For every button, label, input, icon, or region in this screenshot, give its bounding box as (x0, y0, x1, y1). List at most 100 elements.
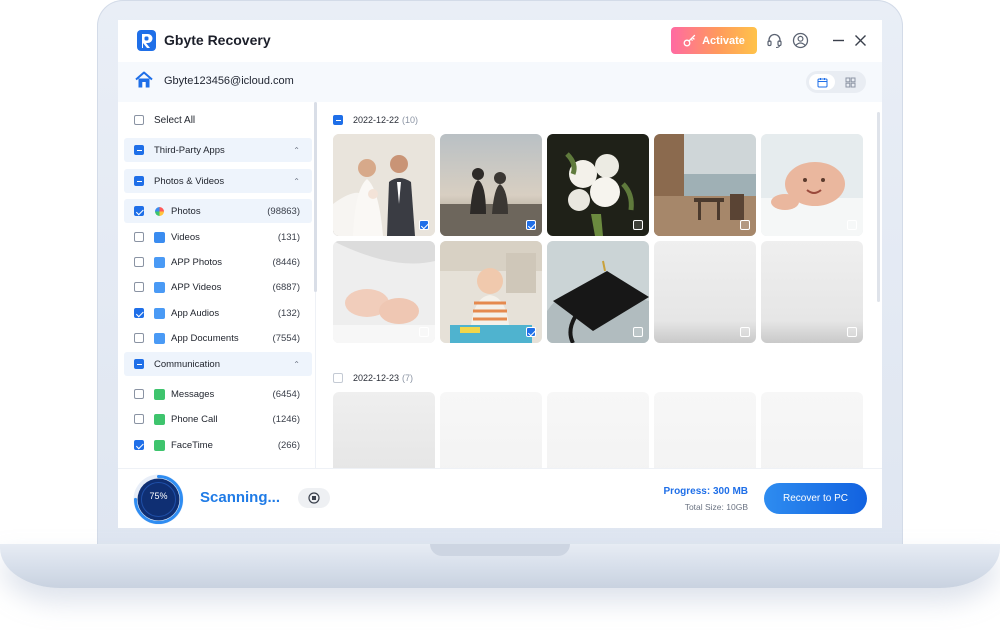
calendar-view-button[interactable] (809, 74, 835, 90)
home-icon[interactable] (134, 70, 154, 90)
photo-thumbnail[interactable] (440, 392, 542, 468)
item-checkbox[interactable] (134, 333, 144, 343)
photo-checkbox[interactable] (526, 327, 536, 337)
sidebar-item-app-videos[interactable]: APP Videos (6887) (124, 275, 312, 299)
item-checkbox[interactable] (134, 257, 144, 267)
group-checkbox[interactable] (134, 359, 144, 369)
select-all-row[interactable]: Select All (124, 108, 312, 132)
photo-checkbox[interactable] (847, 220, 857, 230)
item-count: (7554) (272, 332, 300, 344)
photo-thumbnail[interactable] (440, 134, 542, 236)
sidebar-item-messages[interactable]: Messages (6454) (124, 382, 312, 406)
date-group-checkbox[interactable] (333, 373, 343, 383)
item-label: App Documents (171, 332, 239, 344)
photo-checkbox[interactable] (419, 220, 429, 230)
videos-icon (154, 231, 165, 243)
chevron-up-icon[interactable]: ⌃ (293, 360, 300, 369)
group-label: Communication (154, 358, 220, 370)
progress-size: Progress: 300 MB (663, 486, 748, 497)
phone-call-icon (154, 413, 165, 425)
photo-checkbox[interactable] (633, 327, 643, 337)
close-icon[interactable] (852, 32, 869, 49)
sidebar-item-phone-call[interactable]: Phone Call (1246) (124, 407, 312, 431)
item-checkbox[interactable] (134, 389, 144, 399)
scan-status: Scanning... (200, 489, 281, 506)
photo-checkbox[interactable] (526, 220, 536, 230)
photo-thumbnail[interactable] (440, 241, 542, 343)
gallery-scrollbar[interactable] (877, 112, 880, 302)
app-title: Gbyte Recovery (164, 32, 271, 48)
activate-label: Activate (702, 34, 745, 47)
calendar-icon (817, 77, 827, 87)
item-checkbox[interactable] (134, 282, 144, 292)
photo-checkbox[interactable] (419, 327, 429, 337)
item-count: (131) (277, 231, 300, 243)
photo-gallery: 2022-12-22 (10) 2022-12-23 (7) (317, 102, 882, 468)
sidebar-item-app-documents[interactable]: App Documents (7554) (124, 326, 312, 350)
photo-thumbnail[interactable] (547, 134, 649, 236)
photo-thumbnail[interactable] (547, 392, 649, 468)
select-all-checkbox[interactable] (134, 115, 144, 125)
activate-button[interactable]: Activate (671, 27, 757, 54)
item-checkbox[interactable] (134, 232, 144, 242)
grid-view-button[interactable] (837, 74, 863, 90)
group-checkbox[interactable] (134, 176, 144, 186)
photo-thumbnail[interactable] (761, 392, 863, 468)
sidebar-item-app-audios[interactable]: App Audios (132) (124, 301, 312, 325)
item-label: Phone Call (171, 413, 218, 425)
sidebar-item-videos[interactable]: Videos (131) (124, 225, 312, 249)
group-label: Photos & Videos (154, 175, 225, 187)
sidebar-item-photos[interactable]: Photos (98863) (124, 199, 312, 223)
title-bar: Gbyte Recovery Activate (118, 20, 882, 62)
minimize-icon[interactable] (830, 32, 847, 49)
photo-thumbnail[interactable] (654, 392, 756, 468)
user-account-icon[interactable] (792, 32, 809, 49)
view-toggle (806, 71, 866, 93)
photo-thumbnail[interactable] (333, 241, 435, 343)
app-logo-icon (137, 30, 156, 51)
date-group-checkbox[interactable] (333, 115, 343, 125)
item-checkbox[interactable] (134, 206, 144, 216)
photo-checkbox[interactable] (633, 220, 643, 230)
facetime-icon (154, 439, 165, 451)
group-communication[interactable]: Communication ⌃ (124, 352, 312, 376)
item-count: (8446) (272, 256, 300, 268)
photo-thumbnail[interactable] (333, 392, 435, 468)
item-label: APP Photos (171, 256, 223, 268)
photo-checkbox[interactable] (847, 327, 857, 337)
item-count: (132) (277, 307, 300, 319)
account-bar: Gbyte123456@icloud.com (118, 62, 882, 102)
messages-icon (154, 388, 165, 400)
group-photos-videos[interactable]: Photos & Videos ⌃ (124, 169, 312, 193)
item-checkbox[interactable] (134, 308, 144, 318)
select-all-label: Select All (154, 114, 196, 126)
account-email: Gbyte123456@icloud.com (164, 75, 294, 87)
stop-scan-button[interactable] (298, 488, 330, 508)
photo-thumbnail[interactable] (761, 134, 863, 236)
photo-thumbnail[interactable] (761, 241, 863, 343)
photo-thumbnail[interactable] (654, 134, 756, 236)
item-label: APP Videos (171, 281, 222, 293)
recover-to-pc-button[interactable]: Recover to PC (764, 483, 867, 514)
chevron-up-icon[interactable]: ⌃ (293, 177, 300, 186)
stop-icon (308, 492, 320, 504)
photo-thumbnail[interactable] (547, 241, 649, 343)
group-label: Third-Party Apps (154, 144, 225, 156)
date-group-header[interactable]: 2022-12-22 (10) (333, 113, 418, 127)
item-checkbox[interactable] (134, 440, 144, 450)
progress-percent: 75% (149, 491, 168, 501)
date-group-count: (10) (402, 115, 419, 125)
photo-checkbox[interactable] (740, 327, 750, 337)
photo-thumbnail[interactable] (654, 241, 756, 343)
recover-label: Recover to PC (782, 493, 849, 504)
item-checkbox[interactable] (134, 414, 144, 424)
sidebar-item-app-photos[interactable]: APP Photos (8446) (124, 250, 312, 274)
date-group-header[interactable]: 2022-12-23 (7) (333, 371, 413, 385)
sidebar-item-facetime[interactable]: FaceTime (266) (124, 433, 312, 457)
group-checkbox[interactable] (134, 145, 144, 155)
group-third-party-apps[interactable]: Third-Party Apps ⌃ (124, 138, 312, 162)
photo-thumbnail[interactable] (333, 134, 435, 236)
support-headset-icon[interactable] (766, 32, 783, 49)
photo-checkbox[interactable] (740, 220, 750, 230)
chevron-up-icon[interactable]: ⌃ (293, 146, 300, 155)
